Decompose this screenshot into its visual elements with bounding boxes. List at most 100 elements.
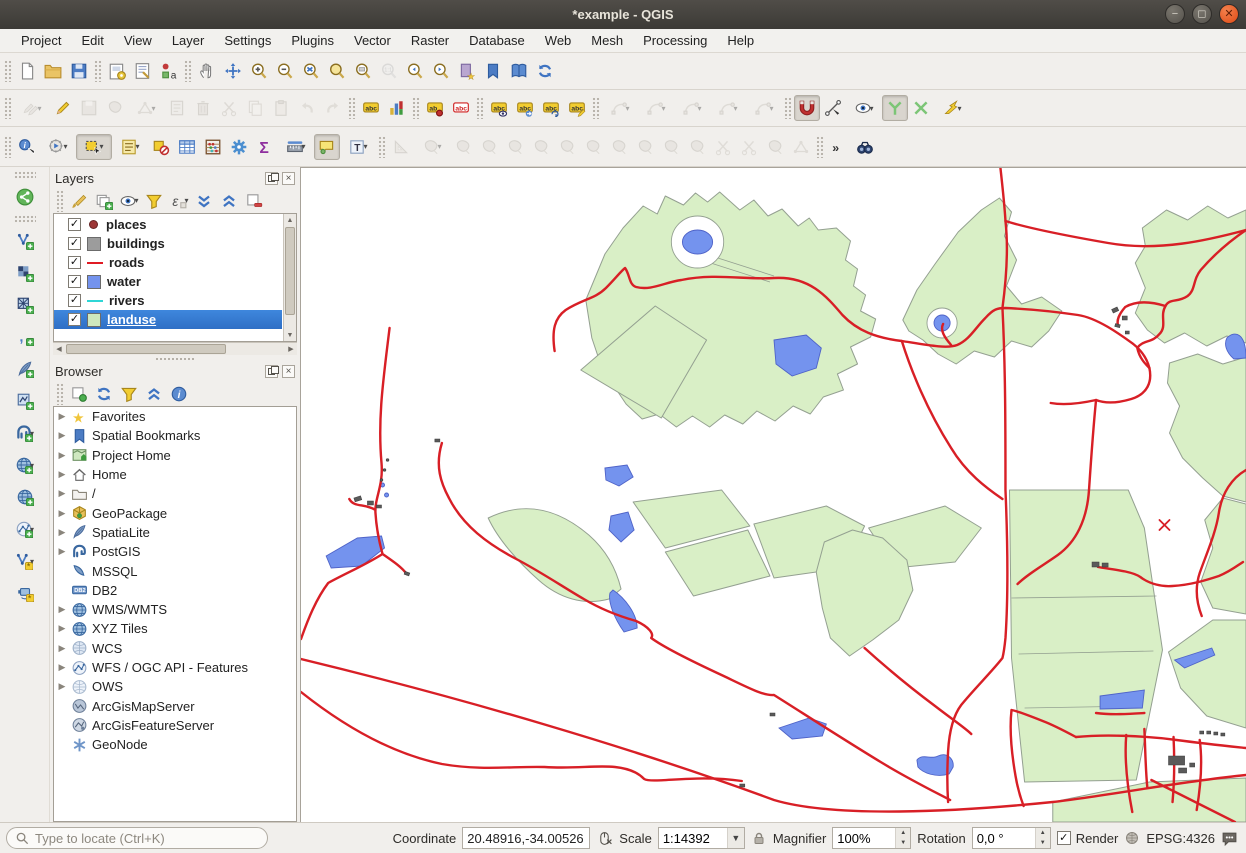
expand-arrow-icon[interactable]: ▶ bbox=[57, 430, 67, 441]
expand-arrow-icon[interactable]: ▶ bbox=[57, 469, 67, 480]
new-project-button[interactable] bbox=[14, 58, 40, 84]
menu-settings[interactable]: Settings bbox=[215, 31, 280, 50]
layer-item-buildings[interactable]: ✓buildings bbox=[54, 234, 282, 253]
close-button[interactable]: ✕ bbox=[1219, 4, 1239, 24]
vertex-tool-all-layers-button[interactable] bbox=[820, 95, 846, 121]
filter-by-expression-button[interactable]: ε▾ bbox=[167, 189, 191, 212]
menu-database[interactable]: Database bbox=[460, 31, 534, 50]
show-bookmark-manager-button[interactable] bbox=[506, 58, 532, 84]
toggle-editing-button[interactable] bbox=[50, 95, 76, 121]
new-vector-layer-button[interactable]: *▾ bbox=[10, 546, 40, 576]
rotation-spin[interactable]: ▲▼ bbox=[972, 827, 1051, 849]
coordinate-input[interactable] bbox=[462, 827, 590, 849]
collapse-all-button[interactable] bbox=[217, 189, 241, 212]
pan-map-button[interactable] bbox=[194, 58, 220, 84]
locate-search[interactable] bbox=[6, 827, 268, 849]
add-raster-layer-button[interactable] bbox=[10, 258, 40, 288]
add-postgis-layer-button[interactable]: ▾ bbox=[10, 418, 40, 448]
processing-toolbox-button[interactable] bbox=[226, 134, 252, 160]
add-vector-layer-button[interactable] bbox=[10, 226, 40, 256]
add-selected-layers-button[interactable] bbox=[67, 382, 91, 405]
spin-down-icon[interactable]: ▼ bbox=[896, 838, 910, 848]
add-delimited-text-layer-button[interactable]: , bbox=[10, 322, 40, 352]
osm-place-search-button[interactable] bbox=[852, 134, 878, 160]
layer-checkbox[interactable]: ✓ bbox=[68, 313, 81, 326]
browser-item-home[interactable]: ▶Home bbox=[54, 465, 296, 484]
expand-arrow-icon[interactable]: ▶ bbox=[57, 643, 67, 654]
scroll-up-icon[interactable]: ▲ bbox=[284, 214, 296, 226]
enable-tracing-button[interactable]: ▾ bbox=[934, 95, 970, 121]
crs-globe-icon[interactable] bbox=[1124, 830, 1140, 846]
menu-vector[interactable]: Vector bbox=[345, 31, 400, 50]
refresh-map-button[interactable] bbox=[532, 58, 558, 84]
rotation-input[interactable] bbox=[973, 831, 1035, 846]
new-print-layout-button[interactable] bbox=[104, 58, 130, 84]
zoom-to-selection-button[interactable] bbox=[324, 58, 350, 84]
field-calculator-button[interactable] bbox=[200, 134, 226, 160]
data-source-manager-button[interactable] bbox=[10, 182, 40, 212]
browser-item-spatialite[interactable]: ▶SpatiaLite bbox=[54, 523, 296, 542]
add-wms-layer-button[interactable]: ▾ bbox=[10, 450, 40, 480]
magnifier-input[interactable] bbox=[833, 831, 895, 846]
statistical-summary-button[interactable]: Σ bbox=[252, 134, 278, 160]
layers-horizontal-scrollbar[interactable]: ◀ ▶ bbox=[53, 342, 297, 355]
rotate-label-button[interactable]: abc bbox=[538, 95, 564, 121]
browser-item-postgis[interactable]: ▶PostGIS bbox=[54, 542, 296, 561]
expand-arrow-icon[interactable]: ▶ bbox=[57, 527, 67, 538]
lock-scale-icon[interactable] bbox=[751, 830, 767, 846]
expand-arrow-icon[interactable]: ▶ bbox=[57, 411, 67, 422]
save-project-button[interactable] bbox=[66, 58, 92, 84]
spin-up-icon[interactable]: ▲ bbox=[896, 828, 910, 838]
layer-item-landuse[interactable]: ✓landuse bbox=[54, 310, 282, 329]
browser-item-xyz-tiles[interactable]: ▶XYZ Tiles bbox=[54, 619, 296, 638]
browser-item-favorites[interactable]: ▶★Favorites bbox=[54, 407, 296, 426]
layer-checkbox[interactable]: ✓ bbox=[68, 218, 81, 231]
browser-item-mssql[interactable]: MSSQL bbox=[54, 561, 296, 580]
layers-panel-close-button[interactable]: × bbox=[282, 172, 295, 185]
browser-item-wcs[interactable]: ▶WCS bbox=[54, 639, 296, 658]
browser-item-wfs-ogc-api-features[interactable]: ▶WFS / OGC API - Features bbox=[54, 658, 296, 677]
browser-item-db2[interactable]: DB2DB2 bbox=[54, 581, 296, 600]
add-wcs-layer-button[interactable] bbox=[10, 482, 40, 512]
select-by-value-button[interactable]: ▾ bbox=[112, 134, 148, 160]
browser-item-geopackage[interactable]: ▶GeoPackage bbox=[54, 503, 296, 522]
browser-item-ows[interactable]: ▶OWS bbox=[54, 677, 296, 696]
show-layout-manager-button[interactable] bbox=[130, 58, 156, 84]
expand-arrow-icon[interactable]: ▶ bbox=[57, 508, 67, 519]
zoom-to-layer-button[interactable] bbox=[350, 58, 376, 84]
browser-item-root[interactable]: ▶/ bbox=[54, 484, 296, 503]
menu-help[interactable]: Help bbox=[718, 31, 763, 50]
pan-to-selection-button[interactable] bbox=[220, 58, 246, 84]
layer-item-places[interactable]: ✓places bbox=[54, 215, 282, 234]
menu-project[interactable]: Project bbox=[12, 31, 70, 50]
browser-panel-close-button[interactable]: × bbox=[282, 365, 295, 378]
expand-arrow-icon[interactable]: ▶ bbox=[57, 681, 67, 692]
log-messages-icon[interactable] bbox=[1221, 830, 1238, 847]
render-checkbox[interactable]: ✓ bbox=[1057, 831, 1071, 845]
layer-item-water[interactable]: ✓water bbox=[54, 272, 282, 291]
menu-raster[interactable]: Raster bbox=[402, 31, 458, 50]
enable-snapping-button[interactable] bbox=[794, 95, 820, 121]
browser-panel-float-button[interactable] bbox=[265, 365, 278, 378]
new-spatial-bookmark-button[interactable]: ★ bbox=[454, 58, 480, 84]
collapse-all-browser-button[interactable] bbox=[142, 382, 166, 405]
spin-up-icon[interactable]: ▲ bbox=[1036, 828, 1050, 838]
browser-properties-button[interactable]: i bbox=[167, 382, 191, 405]
add-virtual-layer-button[interactable] bbox=[10, 386, 40, 416]
expand-arrow-icon[interactable]: ▶ bbox=[57, 604, 67, 615]
scrollbar-thumb[interactable] bbox=[66, 344, 226, 354]
manage-map-themes-button[interactable]: ▾ bbox=[117, 189, 141, 212]
deselect-all-button[interactable] bbox=[148, 134, 174, 160]
scrollbar-thumb[interactable] bbox=[285, 227, 295, 315]
open-layer-styling-button[interactable] bbox=[67, 189, 91, 212]
remove-layer-button[interactable] bbox=[242, 189, 266, 212]
open-project-button[interactable] bbox=[40, 58, 66, 84]
browser-item-spatial-bookmarks[interactable]: ▶Spatial Bookmarks bbox=[54, 426, 296, 445]
zoom-in-button[interactable] bbox=[246, 58, 272, 84]
map-canvas[interactable] bbox=[300, 167, 1246, 822]
layer-checkbox[interactable]: ✓ bbox=[68, 237, 81, 250]
menu-edit[interactable]: Edit bbox=[72, 31, 112, 50]
chevron-down-icon[interactable]: ▼ bbox=[727, 828, 744, 848]
browser-item-geonode[interactable]: GeoNode bbox=[54, 735, 296, 754]
scale-combo[interactable]: ▼ bbox=[658, 827, 745, 849]
